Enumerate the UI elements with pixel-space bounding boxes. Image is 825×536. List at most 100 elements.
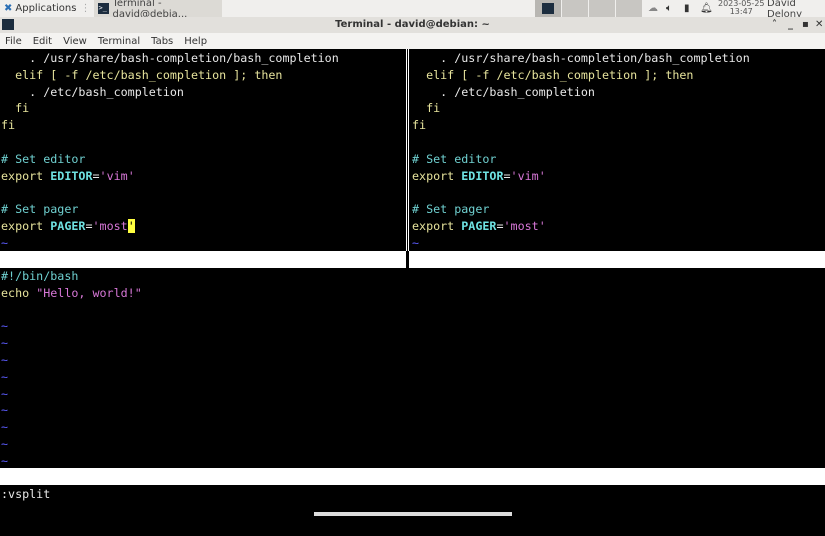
code-token: . /usr/share/bash-completion/bash_comple… — [412, 51, 750, 65]
code-token: # Set editor — [1, 151, 86, 166]
code-line: ~ — [1, 402, 825, 419]
code-line: ~ — [1, 335, 825, 352]
network-icon[interactable]: ☁ — [648, 3, 658, 14]
empty-line-marker: ~ — [1, 403, 9, 418]
left-editor-pane[interactable]: . /usr/share/bash-completion/bash_comple… — [1, 50, 406, 251]
taskbar-task-terminal[interactable]: >_ Terminal - david@debia... — [94, 0, 223, 20]
close-button[interactable]: ✕ — [815, 17, 823, 33]
code-line: ~ — [1, 419, 825, 436]
taskbar: ✖ Applications ⋮ >_ Terminal - david@debia.… — [0, 0, 825, 20]
empty-line-marker: ~ — [1, 420, 9, 435]
empty-line-marker: ~ — [1, 369, 9, 384]
code-token: 'vim' — [99, 168, 135, 183]
shade-button[interactable]: ˄ — [772, 17, 777, 33]
code-line: export EDITOR='vim' — [412, 168, 825, 185]
code-line: fi — [412, 117, 825, 134]
workspace-2[interactable] — [562, 0, 588, 17]
code-token: fi — [1, 101, 30, 116]
applications-menu[interactable]: ✖ Applications ⋮ — [0, 0, 94, 17]
code-line: fi — [1, 117, 406, 134]
volume-icon[interactable]: 🔈︎ — [666, 3, 672, 14]
vertical-split-separator[interactable] — [406, 49, 409, 251]
code-token: EDITOR — [50, 168, 93, 183]
code-token: fi — [412, 118, 427, 133]
menu-terminal[interactable]: Terminal — [98, 36, 140, 47]
terminal-icon — [542, 3, 554, 14]
code-token: 'most — [92, 218, 128, 233]
code-line: ~ — [1, 318, 825, 335]
code-line: ~ — [1, 436, 825, 453]
code-line: export PAGER='most' — [412, 218, 825, 235]
code-line: ~ — [1, 352, 825, 369]
code-token: echo — [1, 285, 37, 300]
empty-line-marker: ~ — [1, 453, 9, 468]
code-token: ' — [538, 218, 546, 233]
code-line: ~ — [1, 453, 825, 468]
code-token: PAGER — [50, 218, 86, 233]
code-line: . /usr/share/bash-completion/bash_comple… — [1, 50, 406, 67]
menu-file[interactable]: File — [5, 36, 22, 47]
empty-line-marker: ~ — [412, 235, 420, 250]
code-token: = — [496, 218, 504, 233]
menu-view[interactable]: View — [63, 36, 87, 47]
code-line: echo "Hello, world!" — [1, 285, 825, 302]
right-status-line: .bashrc 119,19 Bot — [409, 251, 825, 317]
notification-bell-icon[interactable]: 🔔︎ — [700, 3, 713, 14]
code-token: export — [1, 218, 51, 233]
code-line: elif [ -f /etc/bash_completion ]; then — [412, 67, 825, 84]
code-line: . /etc/bash_completion — [412, 84, 825, 101]
bottom-editor-pane[interactable]: #!/bin/bash echo "Hello, world!" ~ ~ ~ ~ ~ ~ ~ ~ ~ — [1, 268, 825, 468]
code-line: . /usr/share/bash-completion/bash_comple… — [412, 50, 825, 67]
code-line: ~ — [1, 386, 825, 403]
code-token: = — [503, 168, 511, 183]
code-token: # Set editor — [412, 151, 497, 166]
code-line: export PAGER='most' — [1, 218, 406, 235]
menu-help[interactable]: Help — [184, 36, 207, 47]
empty-line-marker: ~ — [1, 386, 9, 401]
workspace-1[interactable] — [535, 0, 561, 17]
code-token: = — [85, 218, 93, 233]
code-token: export — [412, 168, 462, 183]
right-editor-pane[interactable]: . /usr/share/bash-completion/bash_comple… — [412, 50, 825, 251]
code-token: # Set pager — [412, 202, 490, 217]
battery-icon[interactable]: ▮ — [684, 3, 690, 14]
horizontal-scrollbar[interactable] — [314, 512, 512, 516]
code-line: . /etc/bash_completion — [1, 84, 406, 101]
bottom-status-line: hello.sh [+] 1,1 All — [0, 468, 825, 534]
minimize-button[interactable]: _ — [788, 17, 793, 33]
code-token: = — [92, 168, 100, 183]
code-token: . /usr/share/bash-completion/bash_comple… — [1, 51, 339, 65]
menu-tabs[interactable]: Tabs — [151, 36, 173, 47]
empty-line-marker: ~ — [1, 336, 9, 351]
maximize-button[interactable]: ▪ — [802, 17, 809, 33]
code-token: PAGER — [461, 218, 497, 233]
code-line: ~ — [412, 235, 825, 251]
code-token: 'vim' — [510, 168, 546, 183]
clock[interactable]: 2023-05-25 13:47 — [718, 0, 765, 16]
menu-edit[interactable]: Edit — [33, 36, 52, 47]
code-line: export EDITOR='vim' — [1, 168, 406, 185]
code-token: 'most — [503, 218, 539, 233]
empty-line-marker: ~ — [1, 319, 9, 334]
workspace-4[interactable] — [616, 0, 642, 17]
code-token: #!/bin/bash — [1, 269, 79, 283]
window-titlebar: Terminal - david@debian: ~ ˄ _ ▪ ✕ — [0, 17, 825, 33]
empty-line-marker: ~ — [1, 352, 9, 367]
code-line: #!/bin/bash — [1, 268, 825, 285]
code-token: export — [412, 218, 462, 233]
code-line: ~ — [1, 235, 406, 251]
window-title: Terminal - david@debian: ~ — [335, 19, 490, 30]
code-token: elif [ -f /etc/bash_completion ]; then — [1, 67, 283, 82]
code-token: "Hello, world!" — [36, 285, 142, 300]
code-token: # Set pager — [1, 202, 79, 217]
code-line: # Set pager — [1, 201, 406, 218]
code-line: elif [ -f /etc/bash_completion ]; then — [1, 67, 406, 84]
empty-line-marker: ~ — [1, 436, 9, 451]
text-cursor: ' — [127, 218, 135, 233]
workspace-3[interactable] — [589, 0, 615, 17]
command-line[interactable]: :vsplit — [1, 486, 50, 503]
terminal-icon — [2, 19, 14, 30]
